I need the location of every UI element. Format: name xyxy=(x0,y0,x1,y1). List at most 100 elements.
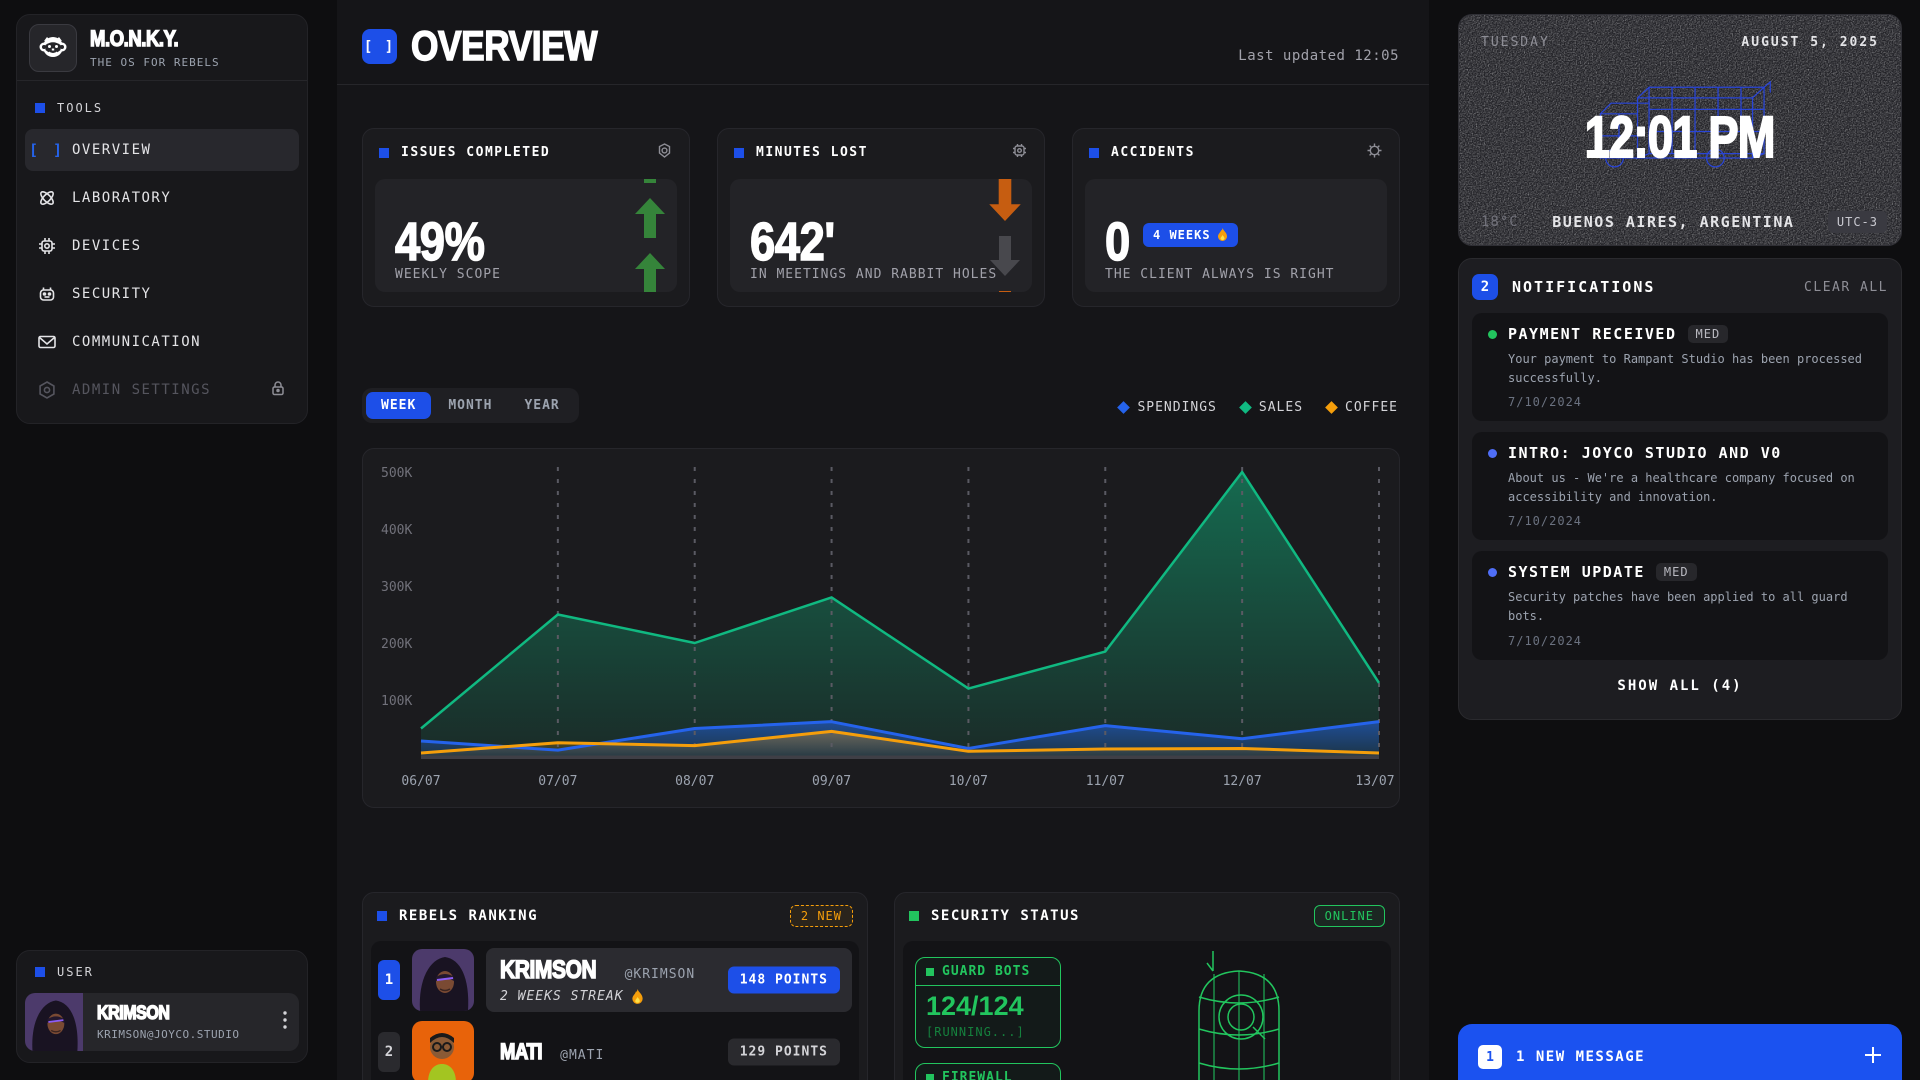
user-card[interactable]: KRIMSON KRIMSON@JOYCO.STUDIO xyxy=(25,993,299,1051)
sidebar-item-overview[interactable]: [ ] OVERVIEW xyxy=(25,129,299,171)
ranking-rows: 1 KRIMSON xyxy=(371,941,859,1080)
security-title: SECURITY STATUS xyxy=(931,908,1080,924)
sidebar-item-admin-settings[interactable]: ADMIN SETTINGS xyxy=(25,369,299,411)
user-name: KRIMSON xyxy=(97,1003,169,1025)
sidebar-item-devices[interactable]: DEVICES xyxy=(25,225,299,267)
tab-week[interactable]: WEEK xyxy=(366,392,431,419)
rebel-handle: @MATI xyxy=(560,1048,604,1063)
rank-number: 2 xyxy=(378,1032,400,1072)
svg-text:12/07: 12/07 xyxy=(1223,774,1262,789)
tab-year[interactable]: YEAR xyxy=(509,392,574,419)
guard-bots-state: [RUNNING...] xyxy=(926,1025,1060,1039)
user-email: KRIMSON@JOYCO.STUDIO xyxy=(97,1028,239,1041)
stat-title: MINUTES LOST xyxy=(756,145,868,160)
clock-bottom-row: 18°C BUENOS AIRES, ARGENTINA UTC-3 xyxy=(1481,211,1887,233)
green-square-icon xyxy=(926,1074,934,1080)
plus-icon[interactable] xyxy=(1864,1046,1882,1068)
status-dot xyxy=(1488,330,1497,339)
main-content: [ ] OVERVIEW Last updated 12:05 ISSUES C… xyxy=(337,0,1429,1080)
tools-section-label: TOOLS xyxy=(35,101,299,115)
stat-sub: IN MEETINGS AND RABBIT HOLES xyxy=(750,267,997,282)
page-title: OVERVIEW xyxy=(411,22,597,70)
svg-text:10/07: 10/07 xyxy=(949,774,988,789)
blue-square-icon xyxy=(379,148,389,158)
last-updated: Last updated 12:05 xyxy=(1238,48,1399,64)
svg-text:08/07: 08/07 xyxy=(675,774,714,789)
notification-card[interactable]: PAYMENT RECEIVED MED Your payment to Ram… xyxy=(1472,313,1888,421)
notification-card[interactable]: SYSTEM UPDATE MED Security patches have … xyxy=(1472,551,1888,659)
stat-value: 49% xyxy=(395,211,485,273)
message-label: 1 NEW MESSAGE xyxy=(1516,1049,1645,1065)
ranking-row-1[interactable]: 1 KRIMSON xyxy=(378,948,852,1012)
status-dot xyxy=(1488,568,1497,577)
rebels-ranking-card: REBELS RANKING 2 NEW 1 xyxy=(362,892,868,1080)
logo-header: M.O.N.K.Y. THE OS FOR REBELS xyxy=(17,15,307,81)
notifications-title: NOTIFICATIONS xyxy=(1512,278,1655,296)
ranking-row-2[interactable]: 2 MATI xyxy=(378,1020,852,1080)
notification-date: 7/10/2024 xyxy=(1508,514,1872,528)
security-body: GUARD BOTS 124/124 [RUNNING...] FIREWALL xyxy=(903,941,1391,1080)
location: BUENOS AIRES, ARGENTINA xyxy=(1519,213,1828,231)
user-panel: USER KRIMSON KRIMSON@JOYCO.STUDIO xyxy=(16,950,308,1063)
show-all-button[interactable]: SHOW ALL (4) xyxy=(1472,678,1888,694)
stat-sub: WEEKLY SCOPE xyxy=(395,267,501,282)
priority-badge: MED xyxy=(1688,325,1729,343)
new-badge: 2 NEW xyxy=(790,905,853,927)
gear-icon[interactable] xyxy=(1366,142,1383,163)
notifications-header: 2 NOTIFICATIONS CLEAR ALL xyxy=(1472,272,1888,302)
new-message-bar[interactable]: 1 1 NEW MESSAGE xyxy=(1458,1024,1902,1080)
tab-month[interactable]: MONTH xyxy=(433,392,507,419)
sidebar-nav: TOOLS [ ] OVERVIEW LABORATORY DEVICES xyxy=(17,81,307,425)
kebab-menu-icon[interactable] xyxy=(283,1011,287,1033)
notification-card[interactable]: INTRO: JOYCO STUDIO AND V0 About us - We… xyxy=(1472,432,1888,540)
robot-icon xyxy=(37,284,57,304)
rebel-handle: @KRIMSON xyxy=(625,967,696,982)
message-count-badge: 1 xyxy=(1478,1045,1502,1069)
sidebar-item-security[interactable]: SECURITY xyxy=(25,273,299,315)
stat-value: 0 xyxy=(1105,211,1130,273)
guard-bots-panel: GUARD BOTS 124/124 [RUNNING...] xyxy=(915,957,1061,1048)
blue-square-icon xyxy=(1089,148,1099,158)
notification-date: 7/10/2024 xyxy=(1508,634,1872,648)
clear-all-button[interactable]: CLEAR ALL xyxy=(1804,280,1888,295)
app-title: M.O.N.K.Y. xyxy=(90,26,178,52)
logo-text: M.O.N.K.Y. THE OS FOR REBELS xyxy=(90,26,220,69)
envelope-icon xyxy=(37,332,57,352)
points-badge: 148 POINTS xyxy=(728,967,840,994)
legend-spendings: SPENDINGS xyxy=(1119,400,1216,415)
security-status-card: SECURITY STATUS ONLINE GUARD BOTS 124/12… xyxy=(894,892,1400,1080)
gear-icon[interactable] xyxy=(1011,142,1028,163)
blue-square-icon xyxy=(35,103,45,113)
priority-badge: MED xyxy=(1656,563,1697,581)
user-section-label: USER xyxy=(35,965,299,979)
svg-text:500K: 500K xyxy=(381,466,412,481)
sidebar-item-communication[interactable]: COMMUNICATION xyxy=(25,321,299,363)
sidebar-item-laboratory[interactable]: LABORATORY xyxy=(25,177,299,219)
notification-body: Your payment to Rampant Studio has been … xyxy=(1508,350,1872,387)
blue-square-icon xyxy=(377,911,387,921)
chart-card: 100K200K300K400K500K06/0707/0708/0709/07… xyxy=(362,448,1400,808)
timezone-badge: UTC-3 xyxy=(1828,211,1887,233)
stat-card-minutes: MINUTES LOST 642' IN MEETINGS AND RABBIT… xyxy=(717,128,1045,307)
guard-bots-count: 124/124 xyxy=(926,991,1060,1022)
green-square-icon xyxy=(909,911,919,921)
legend-sales: SALES xyxy=(1241,400,1303,415)
chart-range-tabs: WEEK MONTH YEAR xyxy=(362,388,579,423)
ranking-row-info: KRIMSON @KRIMSON 2 WEEKS STREAK 148 POIN… xyxy=(486,948,852,1012)
stat-card-accidents: ACCIDENTS 0 4 WEEKS THE CLIENT ALWAYS IS… xyxy=(1072,128,1400,307)
gear-icon[interactable] xyxy=(656,142,673,163)
online-badge: ONLINE xyxy=(1314,905,1385,927)
green-square-icon xyxy=(926,968,934,976)
clock-widget: TUESDAY AUGUST 5, 2025 12:01 PM 18°C BUE… xyxy=(1458,14,1902,246)
fire-icon xyxy=(1217,228,1228,242)
lock-icon xyxy=(269,379,287,401)
status-dot xyxy=(1488,449,1497,458)
avatar xyxy=(25,993,83,1051)
points-badge: 129 POINTS xyxy=(728,1039,840,1066)
legend-coffee: COFFEE xyxy=(1327,400,1398,415)
stat-body: 0 4 WEEKS THE CLIENT ALWAYS IS RIGHT xyxy=(1085,179,1387,292)
hexagon-gear-icon xyxy=(37,380,57,400)
diamond-icon xyxy=(1325,401,1338,414)
streak-badge: 4 WEEKS xyxy=(1143,223,1238,247)
avatar xyxy=(412,949,474,1011)
